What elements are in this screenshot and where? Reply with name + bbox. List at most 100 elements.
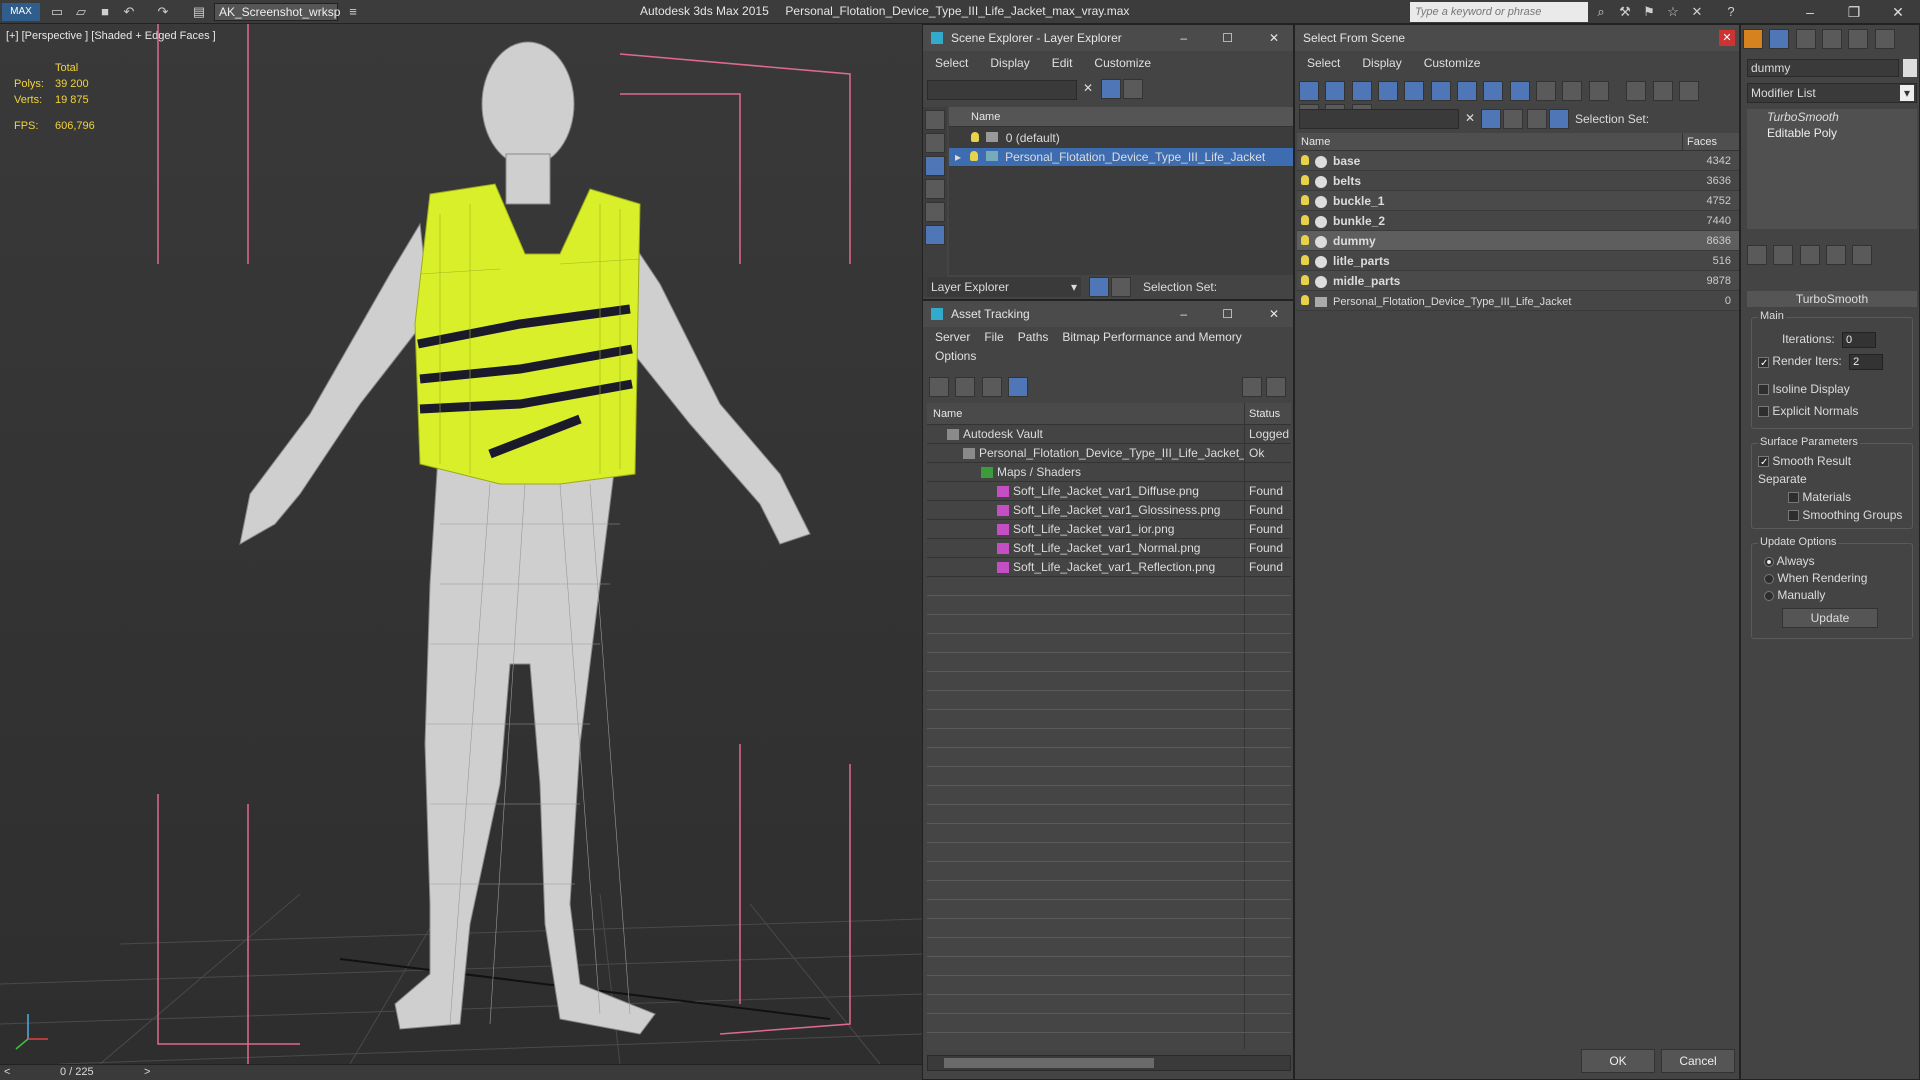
menu-select[interactable]: Select (935, 51, 968, 75)
clear-search-icon[interactable]: ✕ (1083, 81, 1093, 95)
col-faces-header[interactable]: Faces (1683, 133, 1717, 150)
select-all-icon[interactable] (1626, 81, 1647, 101)
layers-icon[interactable] (1527, 109, 1547, 129)
layer-options-icon[interactable] (1123, 79, 1143, 99)
display-geometry-icon[interactable] (925, 110, 945, 130)
turbosmooth-rollout-header[interactable]: TurboSmooth (1747, 291, 1917, 307)
menu-customize[interactable]: Customize (1424, 51, 1481, 75)
lightbulb-icon[interactable] (970, 151, 979, 161)
scene-search-input[interactable] (927, 80, 1077, 100)
stack-item-editable-poly[interactable]: Editable Poly (1747, 125, 1917, 141)
close-icon[interactable]: ✕ (1269, 25, 1279, 51)
time-slider[interactable]: < 0 / 225 > (0, 1064, 922, 1080)
hierarchy-tab-icon[interactable] (1795, 29, 1816, 49)
lightbulb-icon[interactable] (1301, 275, 1309, 285)
always-radio[interactable] (1764, 556, 1774, 567)
save-icon[interactable]: ■ (96, 3, 114, 21)
filter-shapes-icon[interactable] (1325, 81, 1346, 101)
maximize-icon[interactable]: ☐ (1222, 301, 1233, 327)
explorer-type-dropdown[interactable]: Layer Explorer ▾ (927, 277, 1081, 297)
lightbulb-icon[interactable] (1301, 195, 1309, 205)
col-name-header[interactable]: Name (927, 403, 1245, 424)
frame-counter[interactable]: 0 / 225 (60, 1066, 94, 1078)
redo-icon[interactable]: ↷ (154, 3, 172, 21)
time-slider-prev[interactable]: < (4, 1066, 10, 1078)
favorites-star-icon[interactable]: ☆ (1664, 3, 1682, 21)
modify-tab-icon[interactable] (1769, 29, 1790, 49)
filter-icon[interactable] (1101, 79, 1121, 99)
filter-frozen-icon[interactable] (1562, 81, 1583, 101)
menu-select[interactable]: Select (1307, 51, 1340, 75)
stack-item-turbosmooth[interactable]: TurboSmooth (1747, 109, 1917, 125)
layers-toggle-icon[interactable] (1089, 277, 1109, 297)
lightbulb-icon[interactable] (1301, 215, 1309, 225)
col-status-header[interactable]: Status (1245, 403, 1280, 424)
table-view-icon[interactable] (1008, 377, 1029, 397)
scene-row[interactable]: litle_parts 516 (1297, 251, 1739, 271)
match-case-icon[interactable] (1503, 109, 1523, 129)
col-name-header[interactable]: Name (1297, 133, 1683, 150)
display-lights-icon[interactable] (925, 156, 945, 176)
materials-checkbox[interactable] (1788, 492, 1799, 504)
asset-row[interactable]: Soft_Life_Jacket_var1_Normal.png Found (927, 539, 1291, 558)
minimize-icon[interactable]: – (1180, 301, 1187, 327)
smooth-result-checkbox[interactable] (1758, 456, 1769, 468)
when-rendering-radio[interactable] (1764, 573, 1774, 584)
menu-file[interactable]: File (984, 327, 1003, 347)
subscription-icon[interactable]: ⚒ (1616, 3, 1634, 21)
pin-stack-icon[interactable] (1747, 245, 1767, 265)
asset-row[interactable]: Autodesk Vault Logged (927, 425, 1291, 444)
scene-row-selected[interactable]: dummy 8636 (1297, 231, 1739, 251)
show-end-result-icon[interactable] (1773, 245, 1794, 265)
lightbulb-icon[interactable] (971, 132, 979, 142)
expand-arrow-icon[interactable]: ▸ (955, 150, 961, 164)
display-shapes-icon[interactable] (925, 133, 945, 153)
thumbnail-view-icon[interactable] (981, 377, 1002, 397)
restore-button[interactable]: ❐ (1832, 0, 1876, 24)
scene-row[interactable]: Personal_Flotation_Device_Type_III_Life_… (1297, 291, 1739, 311)
menu-display[interactable]: Display (1362, 51, 1401, 75)
hierarchy-icon[interactable] (1549, 109, 1569, 129)
menu-customize[interactable]: Customize (1094, 51, 1151, 75)
layer-row-selected[interactable]: ▸ Personal_Flotation_Device_Type_III_Lif… (949, 148, 1293, 167)
create-tab-icon[interactable] (1743, 29, 1763, 49)
object-name-field[interactable]: dummy (1747, 59, 1899, 77)
lightbulb-icon[interactable] (1301, 235, 1309, 245)
lightbulb-icon[interactable] (1301, 255, 1309, 265)
select-from-scene-titlebar[interactable]: Select From Scene ✕ (1295, 25, 1739, 51)
select-none-icon[interactable] (1652, 81, 1673, 101)
clear-search-icon[interactable]: ✕ (1465, 111, 1475, 125)
keyword-search-input[interactable]: Type a keyword or phrase (1410, 2, 1588, 22)
minimize-icon[interactable]: – (1180, 25, 1187, 51)
remove-modifier-icon[interactable] (1826, 245, 1847, 265)
asset-row[interactable]: Personal_Flotation_Device_Type_III_Life_… (927, 444, 1291, 463)
make-unique-icon[interactable] (1799, 245, 1820, 265)
scrollbar-thumb[interactable] (944, 1058, 1154, 1068)
ok-button[interactable]: OK (1581, 1049, 1655, 1073)
workspace-menu-icon[interactable]: ≡ (344, 3, 362, 21)
asset-row[interactable]: Soft_Life_Jacket_var1_Glossiness.png Foun… (927, 501, 1291, 520)
close-search-icon[interactable]: ✕ (1688, 3, 1706, 21)
display-warps-icon[interactable] (925, 225, 945, 245)
settings-icon[interactable] (1266, 377, 1286, 397)
project-folder-icon[interactable]: ▤ (190, 3, 208, 21)
asset-row[interactable]: Soft_Life_Jacket_var1_Diffuse.png Found (927, 482, 1291, 501)
menu-options[interactable]: Options (935, 347, 976, 367)
menu-paths[interactable]: Paths (1018, 327, 1049, 347)
communication-icon[interactable]: ⚑ (1640, 3, 1658, 21)
filter-helpers-icon[interactable] (1404, 81, 1425, 101)
time-slider-next[interactable]: > (144, 1066, 150, 1078)
menu-display[interactable]: Display (990, 51, 1029, 75)
close-icon[interactable]: ✕ (1719, 30, 1735, 46)
render-iters-spinner[interactable]: 2 (1849, 354, 1884, 370)
scene-row[interactable]: bunkle_2 7440 (1297, 211, 1739, 231)
scene-row[interactable]: base 4342 (1297, 151, 1739, 171)
horizontal-scrollbar[interactable] (927, 1055, 1291, 1071)
scene-row[interactable]: midle_parts 9878 (1297, 271, 1739, 291)
filter-geometry-icon[interactable] (1299, 81, 1319, 101)
manually-radio[interactable] (1764, 590, 1774, 601)
render-iters-checkbox[interactable] (1758, 356, 1769, 368)
display-helpers-icon[interactable] (925, 202, 945, 222)
scene-explorer-titlebar[interactable]: Scene Explorer - Layer Explorer – ☐ ✕ (923, 25, 1293, 51)
asset-row[interactable]: Soft_Life_Jacket_var1_Reflection.png Foun… (927, 558, 1291, 577)
